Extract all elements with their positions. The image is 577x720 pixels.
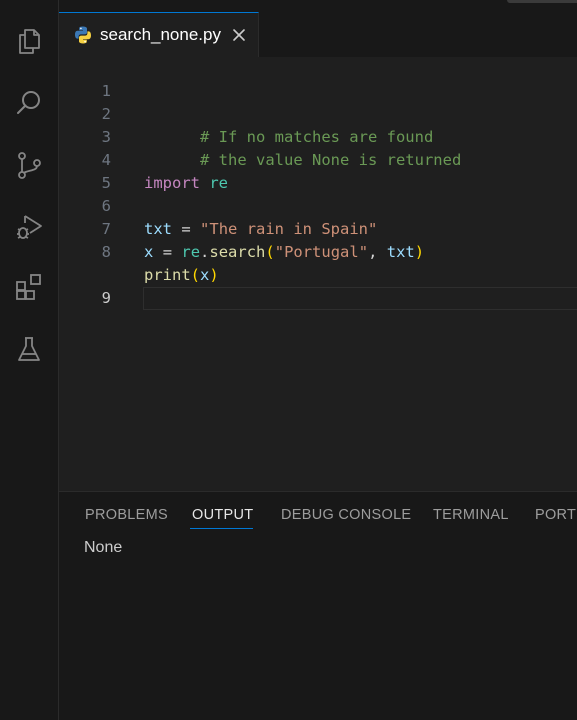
active-tab-indicator xyxy=(190,528,253,529)
output-content: None xyxy=(84,539,123,556)
source-control-icon[interactable] xyxy=(12,148,46,182)
bottom-panel: PROBLEMS OUTPUT DEBUG CONSOLE TERMINAL P… xyxy=(59,491,577,720)
function-token: print xyxy=(144,266,191,284)
tab-search-none[interactable]: search_none.py xyxy=(59,12,259,57)
run-debug-icon[interactable] xyxy=(12,210,46,244)
code-line: 1 # If no matches are found xyxy=(59,57,577,146)
search-icon[interactable] xyxy=(12,86,46,120)
code-line: 8 print(x) xyxy=(59,218,577,284)
editor-tab-bar: search_none.py xyxy=(59,12,577,58)
python-icon xyxy=(73,25,93,45)
tab-terminal[interactable]: TERMINAL xyxy=(433,506,509,524)
code-line: 3 xyxy=(59,103,577,146)
title-strip-pill xyxy=(507,0,577,3)
activity-bar xyxy=(0,0,59,720)
code-line: 7 x = re.search("Portugal", txt) xyxy=(59,195,577,261)
paren-token: ) xyxy=(209,266,219,284)
extensions-icon[interactable] xyxy=(12,270,46,304)
code-line: 4 import re xyxy=(59,126,577,192)
flask-icon[interactable] xyxy=(12,332,46,366)
code-line: 2 # the value None is returned xyxy=(59,80,577,169)
code-editor[interactable]: 1 # If no matches are found 2 # the valu… xyxy=(59,57,577,491)
files-icon[interactable] xyxy=(12,24,46,58)
tab-debug-console[interactable]: DEBUG CONSOLE xyxy=(281,506,411,524)
close-icon[interactable] xyxy=(231,27,247,43)
code-line: 5 xyxy=(59,149,577,192)
line-number: 9 xyxy=(101,289,111,307)
variable-token: x xyxy=(200,266,210,284)
code-line: 6 txt = "The rain in Spain" xyxy=(59,172,577,238)
tab-problems[interactable]: PROBLEMS xyxy=(85,506,168,524)
tab-output[interactable]: OUTPUT xyxy=(192,506,253,524)
code-line-active: 9 xyxy=(59,241,577,310)
title-strip xyxy=(59,0,577,12)
line-content: print(x) xyxy=(144,264,219,287)
current-line-highlight xyxy=(143,287,577,310)
tab-ports[interactable]: PORTS xyxy=(535,506,577,524)
paren-token: ( xyxy=(190,266,201,284)
tab-filename: search_none.py xyxy=(100,25,221,44)
